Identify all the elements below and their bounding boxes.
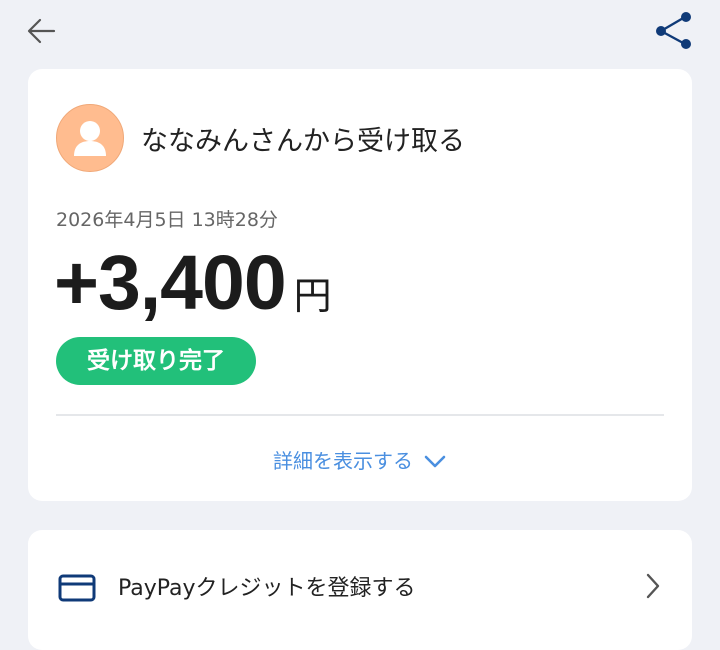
chevron-right-icon: [646, 573, 660, 599]
top-bar: [0, 0, 720, 66]
share-icon: [656, 12, 691, 49]
back-button[interactable]: [24, 13, 60, 49]
currency-label: 円: [293, 274, 332, 318]
transaction-amount: +3,400: [54, 240, 287, 326]
status-badge: 受け取り完了: [56, 337, 256, 385]
transaction-datetime: 2026年4月5日 13時28分: [56, 209, 278, 231]
transaction-card: ななみんさんから受け取る 2026年4月5日 13時28分 +3,400 円 受け…: [28, 69, 692, 501]
share-button[interactable]: [652, 10, 696, 52]
arrow-left-icon: [27, 18, 56, 44]
transaction-title: ななみんさんから受け取る: [141, 126, 465, 157]
credit-card-icon: [58, 574, 96, 602]
show-details-button[interactable]: 詳細を表示する: [28, 445, 692, 474]
register-credit-card[interactable]: PayPayクレジットを登録する: [28, 530, 692, 650]
divider: [56, 414, 664, 416]
person-icon: [74, 121, 106, 156]
avatar[interactable]: [56, 104, 124, 172]
show-details-label: 詳細を表示する: [273, 449, 413, 473]
chevron-down-icon: [424, 455, 446, 467]
amount-row: +3,400 円: [54, 239, 332, 328]
register-credit-label: PayPayクレジットを登録する: [118, 576, 416, 601]
